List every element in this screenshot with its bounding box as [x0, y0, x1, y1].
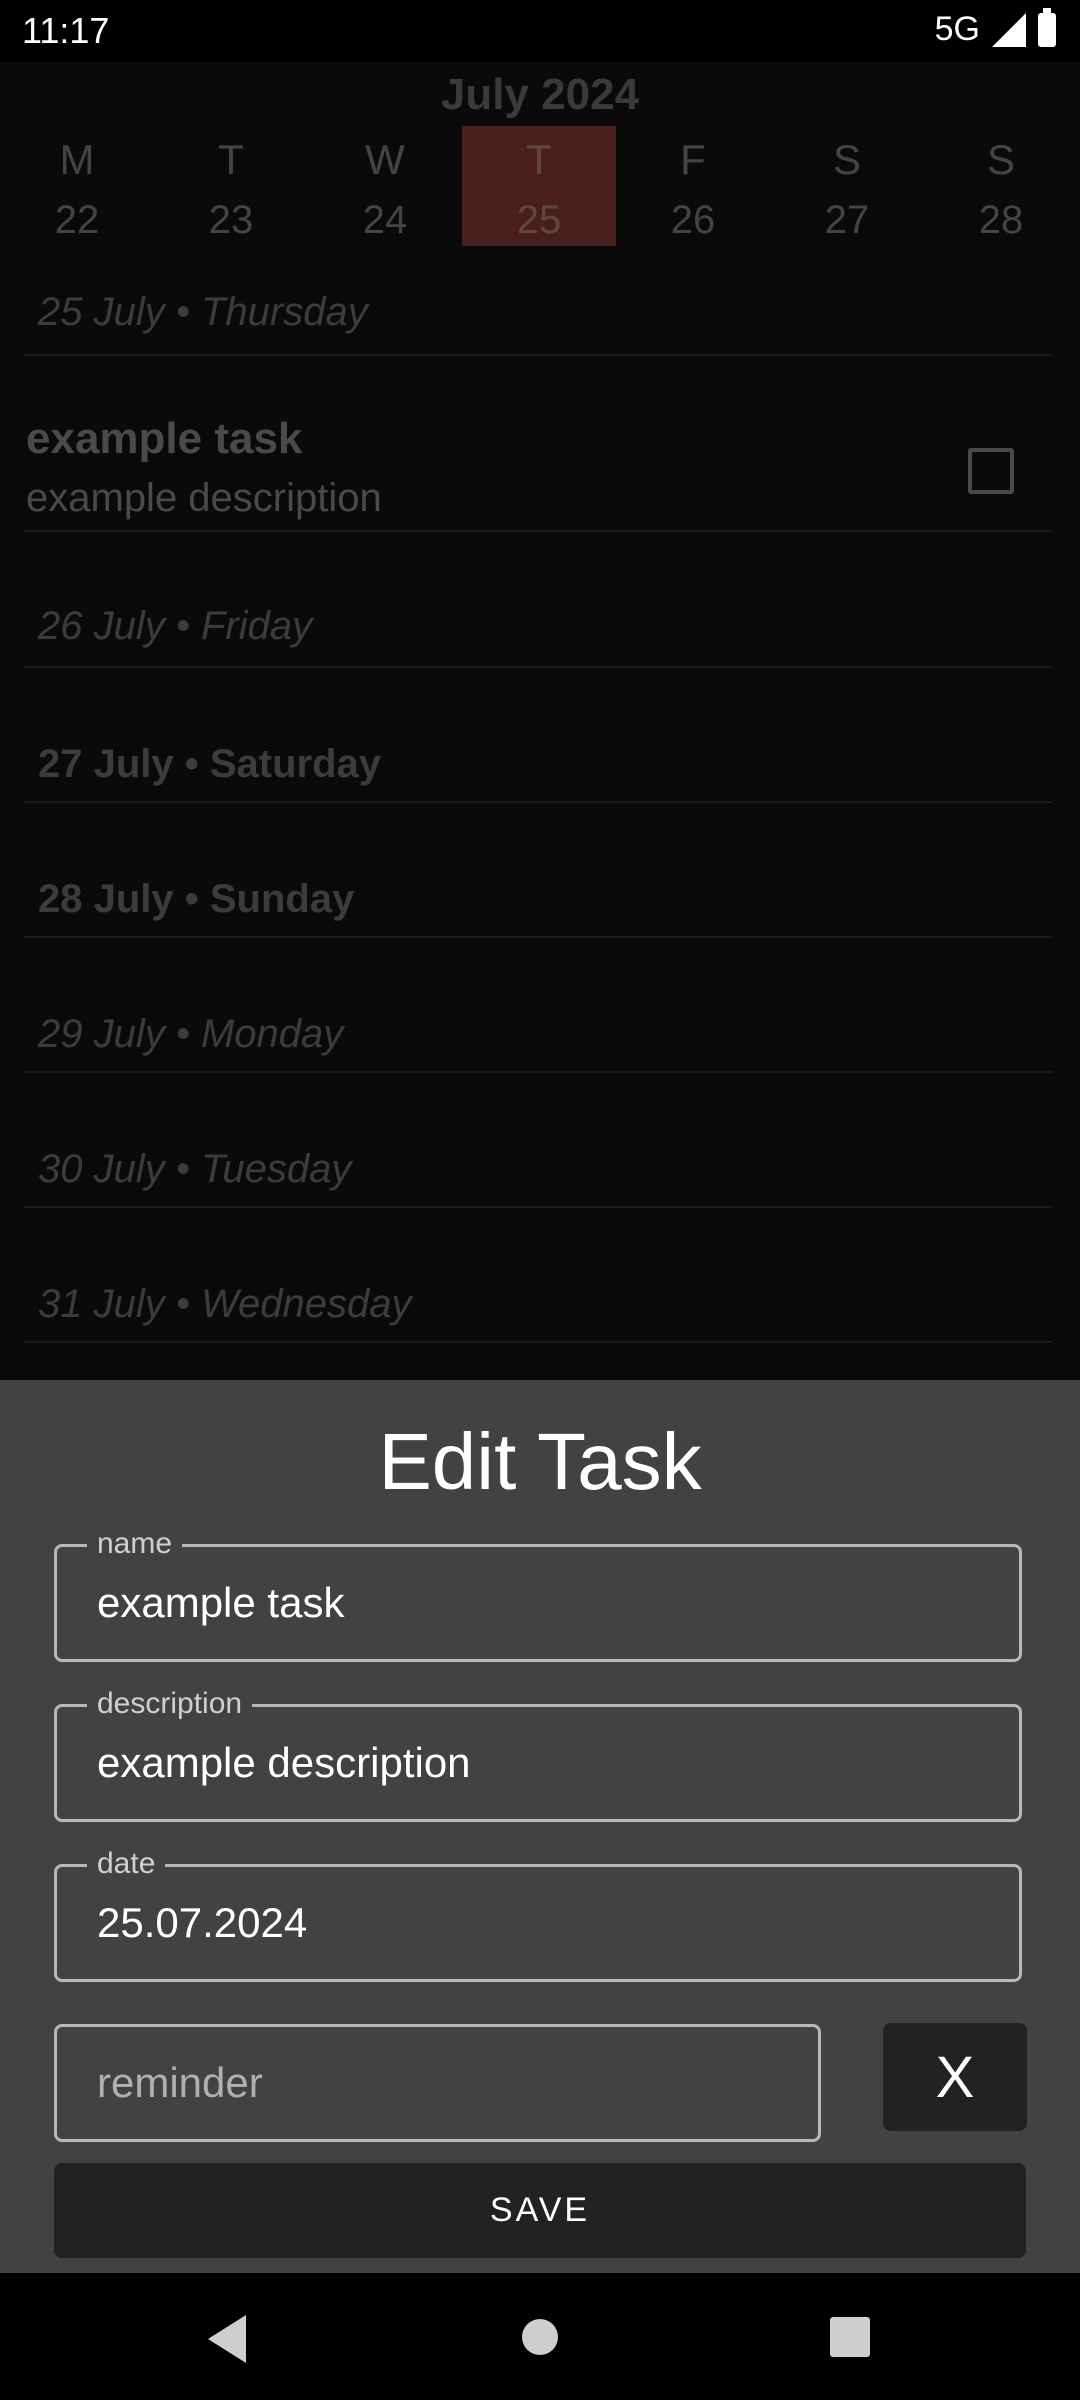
- day-name: T: [218, 136, 244, 183]
- month-title: July 2024: [440, 70, 640, 119]
- reminder-field[interactable]: reminder: [54, 2024, 821, 2142]
- network-type: 5G: [934, 10, 980, 48]
- task-description: example description: [26, 476, 382, 520]
- day-tue-23[interactable]: T 23: [154, 126, 308, 246]
- home-icon[interactable]: [522, 2319, 558, 2355]
- day-sat-27[interactable]: S 27: [770, 126, 924, 246]
- section-28-july: 28 July • Sunday: [24, 801, 1052, 938]
- name-label: name: [87, 1527, 183, 1561]
- day-number: 24: [362, 198, 408, 242]
- section-header: 31 July • Wednesday: [38, 1282, 412, 1326]
- date-input[interactable]: [97, 1899, 977, 1947]
- section-26-july: 26 July • Friday: [24, 580, 1052, 668]
- day-name: W: [365, 136, 405, 183]
- day-wed-24[interactable]: W 24: [308, 126, 462, 246]
- signal-icon: [992, 12, 1026, 47]
- date-label: date: [87, 1847, 166, 1881]
- status-icons: 5G: [934, 7, 1056, 49]
- day-name: S: [986, 136, 1015, 183]
- day-thu-25-selected[interactable]: T 25: [462, 126, 616, 246]
- section-25-july: 25 July • Thursday: [24, 270, 1052, 356]
- description-input[interactable]: [97, 1739, 977, 1787]
- edit-task-sheet: Edit Task name description date reminder…: [0, 1380, 1080, 2273]
- status-time: 11:17: [22, 10, 110, 51]
- status-bar: 11:17 5G: [0, 0, 1080, 62]
- reminder-placeholder: reminder: [97, 2059, 263, 2106]
- description-label: description: [87, 1687, 253, 1721]
- battery-icon: [1038, 7, 1056, 47]
- day-name: F: [680, 136, 706, 183]
- task-checkbox[interactable]: [968, 448, 1014, 494]
- day-number: 28: [978, 198, 1024, 242]
- section-27-july: 27 July • Saturday: [24, 666, 1052, 803]
- section-header: 27 July • Saturday: [38, 742, 382, 786]
- back-icon[interactable]: [208, 2315, 246, 2363]
- day-number: 25: [516, 198, 562, 242]
- day-number: 27: [824, 198, 870, 242]
- day-mon-22[interactable]: M 22: [0, 126, 154, 246]
- clear-reminder-button[interactable]: X: [883, 2023, 1027, 2131]
- day-number: 26: [670, 198, 716, 242]
- section-header: 29 July • Monday: [38, 1012, 344, 1056]
- name-field[interactable]: name: [54, 1527, 1022, 1662]
- section-header: 25 July • Thursday: [38, 290, 368, 334]
- day-number: 22: [54, 198, 100, 242]
- day-fri-26[interactable]: F 26: [616, 126, 770, 246]
- task-item[interactable]: example task example description: [24, 380, 1052, 532]
- week-strip: M 22 T 23 W 24 T 25 F 26 S 27 S 28: [0, 126, 1080, 246]
- section-header: 30 July • Tuesday: [38, 1147, 352, 1191]
- section-header: 28 July • Sunday: [38, 877, 355, 921]
- name-input[interactable]: [97, 1579, 977, 1627]
- sheet-title: Edit Task: [378, 1417, 702, 1506]
- navigation-bar: [0, 2273, 1080, 2400]
- day-sun-28[interactable]: S 28: [924, 126, 1078, 246]
- recents-icon[interactable]: [830, 2317, 870, 2357]
- section-31-july: 31 July • Wednesday: [24, 1206, 1052, 1343]
- date-field[interactable]: date: [54, 1847, 1022, 1982]
- day-number: 23: [208, 198, 254, 242]
- section-29-july: 29 July • Monday: [24, 936, 1052, 1073]
- section-header: 26 July • Friday: [38, 604, 313, 648]
- task-name: example task: [26, 414, 303, 463]
- section-30-july: 30 July • Tuesday: [24, 1071, 1052, 1208]
- day-name: M: [59, 136, 95, 183]
- description-field[interactable]: description: [54, 1687, 1022, 1822]
- save-button[interactable]: SAVE: [54, 2163, 1026, 2258]
- day-name: T: [526, 136, 552, 183]
- day-name: S: [832, 136, 861, 183]
